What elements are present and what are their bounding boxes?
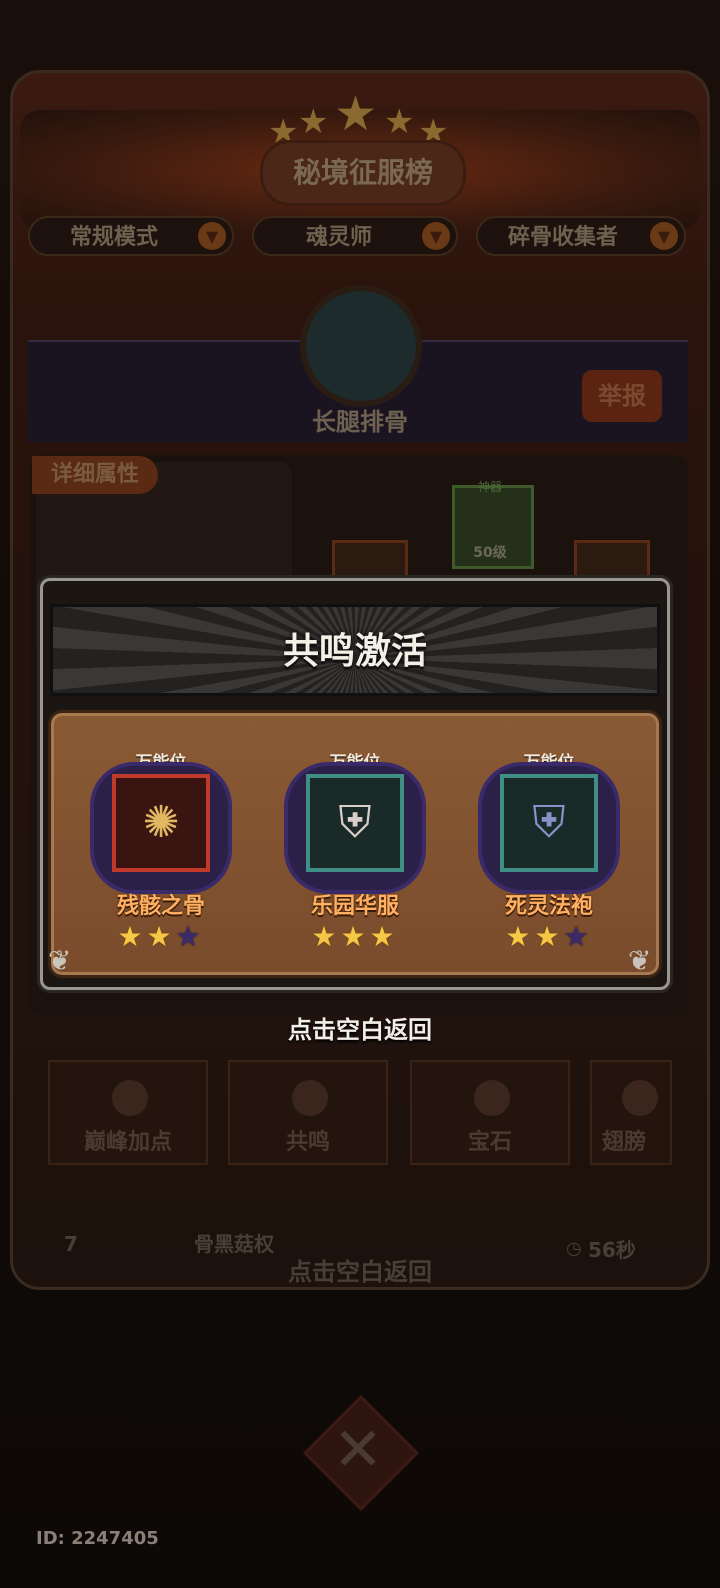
star-rating: ★★★	[270, 920, 440, 953]
bone-scarab-icon: ✺	[142, 797, 180, 848]
star-icon: ★	[146, 920, 176, 953]
resonance-slot-3[interactable]: 万能位 ⛨ 死灵法袍 ★★★	[464, 748, 634, 958]
item-name: 乐园华服	[310, 894, 399, 919]
tab-label: 宝石	[467, 1130, 512, 1155]
player-id: ID: 2247405	[36, 1528, 159, 1549]
avatar	[300, 285, 422, 407]
gem-icon	[474, 1080, 510, 1116]
resonance-icon	[292, 1080, 328, 1116]
modal-title: 共鸣激活	[282, 631, 427, 672]
item-icon-frame: ⛨	[306, 774, 404, 872]
resonance-slot-2[interactable]: 万能位 ⛨ 乐园华服 ★★★	[270, 748, 440, 958]
filter-mode-label: 常规模式	[70, 225, 159, 250]
star-icon: ★	[505, 920, 535, 953]
report-button[interactable]: 举报	[582, 370, 662, 422]
chevron-down-icon: ▼	[198, 222, 226, 250]
item-icon-frame: ✺	[112, 774, 210, 872]
artifact-level: 50级	[473, 545, 507, 561]
filter-class-label: 魂灵师	[306, 225, 373, 250]
star-icon: ★	[369, 920, 399, 953]
star-icon: ★	[534, 920, 564, 953]
robe-icon: ⛨	[532, 797, 566, 848]
chevron-down-icon: ▼	[422, 222, 450, 250]
star-icon: ★	[384, 102, 415, 142]
star-empty-icon: ★	[175, 920, 205, 953]
filter-class[interactable]: 魂灵师 ▼	[252, 216, 458, 256]
clock-icon: ◷	[566, 1238, 582, 1259]
row-rank: 7	[64, 1232, 78, 1256]
star-empty-icon: ★	[563, 920, 593, 953]
chevron-down-icon: ▼	[650, 222, 678, 250]
tab-resonance[interactable]: 共鸣	[228, 1060, 388, 1165]
star-icon: ★	[311, 920, 341, 953]
wing-icon	[622, 1080, 658, 1116]
item-name: 死灵法袍	[504, 894, 593, 919]
corner-ornament-icon: ❦	[48, 944, 72, 977]
tab-peak-points[interactable]: 巅峰加点	[48, 1060, 208, 1165]
tap-blank-to-return[interactable]: 点击空白返回	[200, 1010, 520, 1045]
star-icon: ★	[298, 102, 329, 142]
close-icon: ✕	[332, 1415, 384, 1485]
filter-subclass-label: 碎骨收集者	[508, 225, 619, 250]
arrow-up-icon	[112, 1080, 148, 1116]
tab-label: 共鸣	[285, 1130, 330, 1155]
star-rating: ★★★	[464, 920, 634, 953]
board-title: 秘境征服榜	[260, 140, 466, 206]
star-icon: ★	[117, 920, 147, 953]
star-rating: ★★★	[76, 920, 246, 953]
tab-gems[interactable]: 宝石	[410, 1060, 570, 1165]
artifact-tag: 神器	[477, 480, 502, 494]
item-icon-frame: ⛨	[500, 774, 598, 872]
armor-icon: ⛨	[338, 797, 372, 848]
player-name: 长腿排骨	[312, 408, 408, 436]
item-name: 残骸之骨	[116, 894, 205, 919]
filter-subclass[interactable]: 碎骨收集者 ▼	[476, 216, 686, 256]
tab-label: 翅膀	[602, 1130, 647, 1155]
background-hint: 点击空白返回	[288, 1258, 432, 1286]
star-icon: ★	[340, 920, 370, 953]
resonance-slot-1[interactable]: 万能位 ✺ 残骸之骨 ★★★	[76, 748, 246, 958]
tab-label: 巅峰加点	[83, 1130, 172, 1155]
detail-tab: 详细属性	[32, 456, 158, 494]
row-time: 56秒	[588, 1238, 636, 1262]
star-icon: ★	[334, 86, 378, 142]
tab-wings[interactable]: 翅膀	[590, 1060, 672, 1165]
filter-mode[interactable]: 常规模式 ▼	[28, 216, 234, 256]
